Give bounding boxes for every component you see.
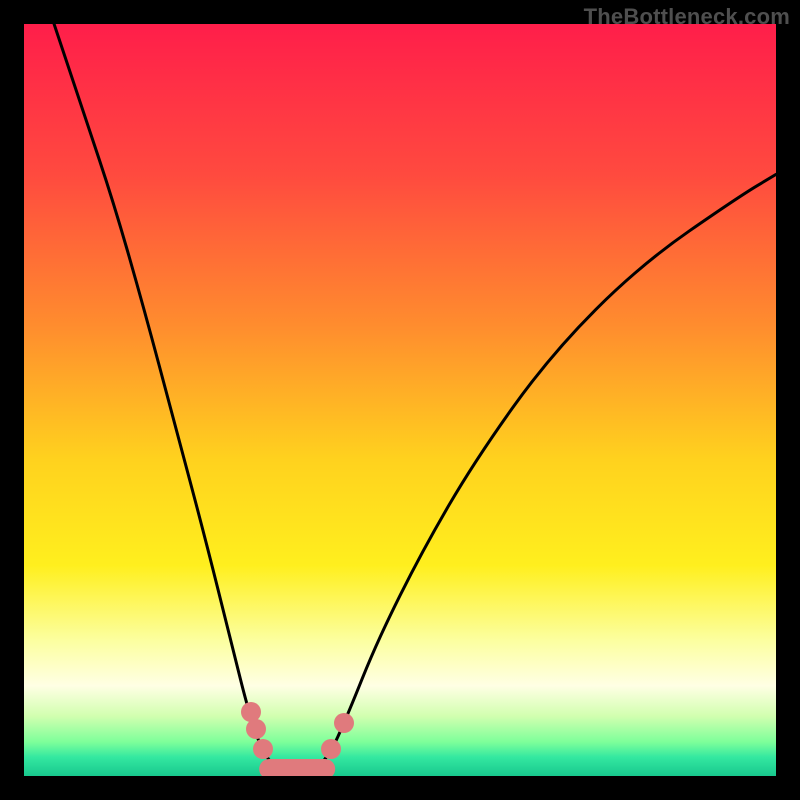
curve-marker-dot: [253, 739, 273, 759]
curve-marker-dot: [321, 739, 341, 759]
watermark-text: TheBottleneck.com: [584, 4, 790, 30]
plot-area: [24, 24, 776, 776]
curve-marker-dot: [334, 713, 354, 733]
curve-marker-pill: [259, 759, 335, 776]
heatmap-gradient: [24, 24, 776, 776]
curve-marker-dot: [246, 719, 266, 739]
chart-frame: TheBottleneck.com: [0, 0, 800, 800]
